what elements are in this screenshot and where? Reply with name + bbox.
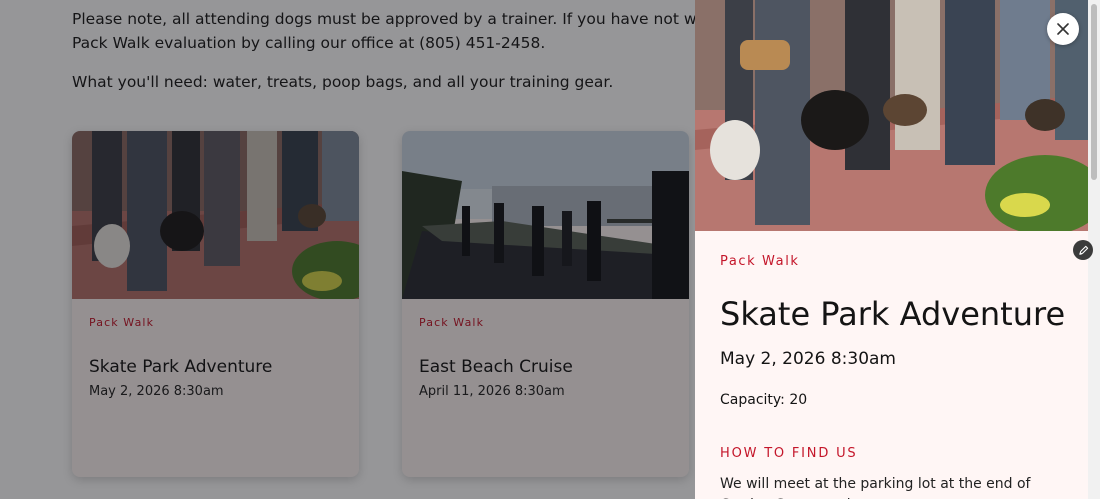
panel-event-tag: Pack Walk	[720, 254, 800, 269]
how-to-find-us-heading: HOW TO FIND US	[720, 446, 858, 461]
pencil-icon	[1078, 245, 1088, 255]
event-detail-panel: Pack Walk Skate Park Adventure May 2, 20…	[695, 0, 1088, 499]
close-icon	[1057, 23, 1069, 35]
close-button[interactable]	[1047, 13, 1079, 45]
how-to-find-us-text: We will meet at the parking lot at the e…	[720, 476, 1031, 499]
panel-event-title: Skate Park Adventure	[720, 295, 1066, 333]
panel-event-date: May 2, 2026 8:30am	[720, 349, 896, 369]
edit-button[interactable]	[1073, 240, 1093, 260]
scrollbar-thumb[interactable]	[1091, 4, 1097, 180]
event-hero-photo	[695, 0, 1088, 231]
panel-capacity: Capacity: 20	[720, 392, 808, 408]
